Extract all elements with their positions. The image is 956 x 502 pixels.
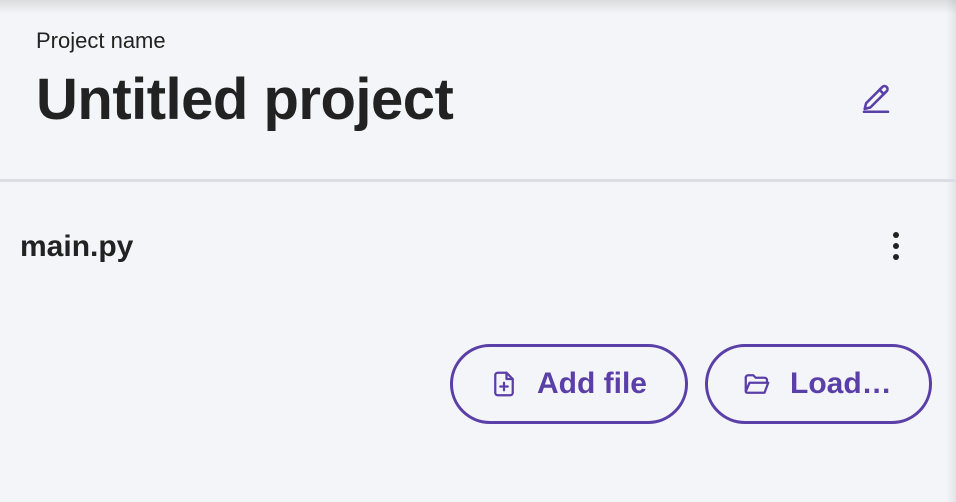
file-list-item[interactable]: main.py <box>0 214 956 282</box>
file-plus-icon <box>489 369 519 399</box>
more-vertical-icon <box>891 231 901 266</box>
file-actions: Add file Load… <box>450 344 932 424</box>
pencil-icon <box>859 82 893 119</box>
folder-open-icon <box>742 369 772 399</box>
file-name: main.py <box>20 230 134 263</box>
project-title: Untitled project <box>36 67 454 132</box>
load-label: Load… <box>790 367 892 400</box>
project-panel: Project name Untitled project main.py Ad… <box>0 0 956 502</box>
project-header: Project name Untitled project <box>0 0 956 180</box>
edit-project-name-button[interactable] <box>852 76 900 124</box>
add-file-label: Add file <box>537 367 647 400</box>
file-options-button[interactable] <box>874 224 918 272</box>
project-name-label: Project name <box>36 28 166 53</box>
load-button[interactable]: Load… <box>705 344 932 424</box>
header-divider <box>0 179 956 182</box>
add-file-button[interactable]: Add file <box>450 344 688 424</box>
